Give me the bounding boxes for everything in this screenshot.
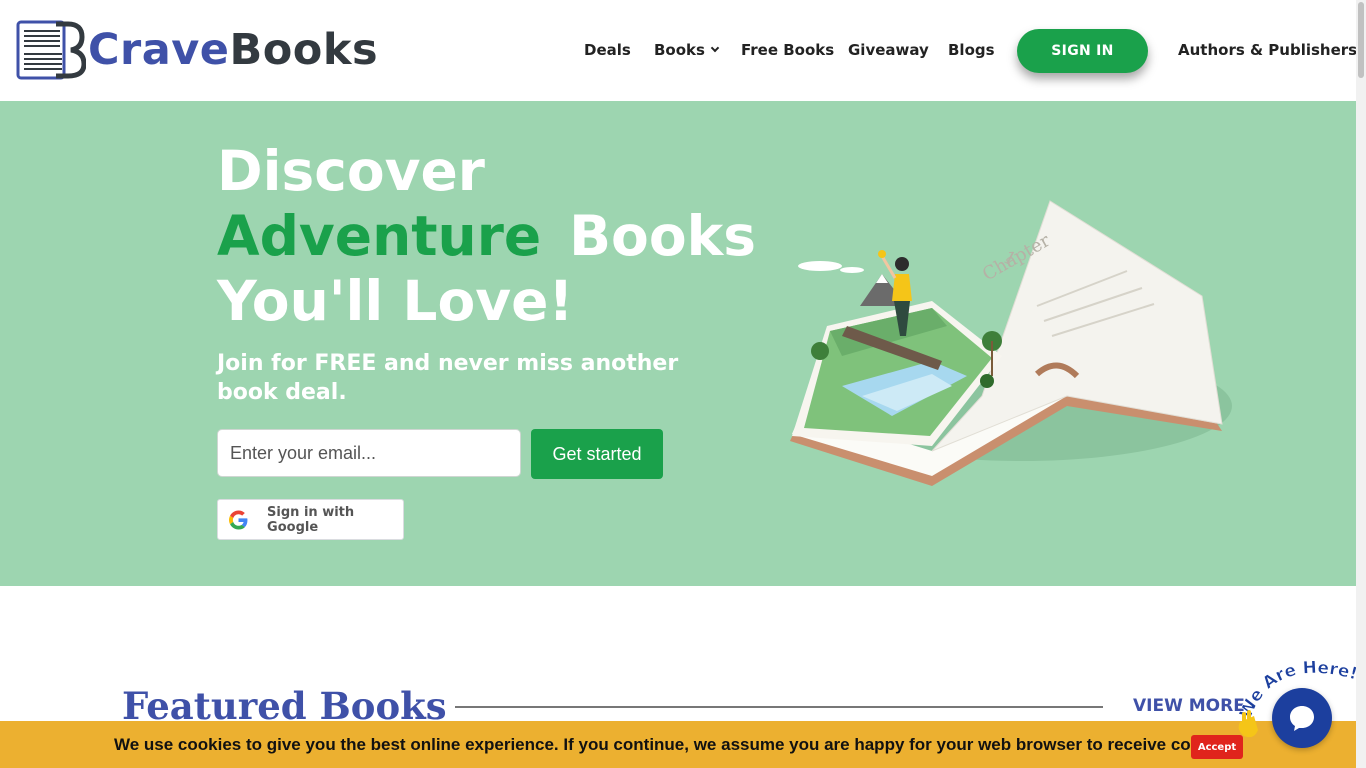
google-sign-in-button[interactable]: Sign in with Google (217, 499, 404, 540)
nav-giveaway[interactable]: Giveaway (848, 41, 929, 59)
nav-blogs[interactable]: Blogs (948, 41, 995, 59)
hero-title-line1: Discover (217, 139, 485, 203)
hero-section: Discover Adventure Books You'll Love! Joi… (0, 101, 1356, 586)
site-header: CraveBooks Deals Books Free Books Giveaw… (0, 0, 1366, 101)
nav-authors-label: Authors & Publishers (1178, 41, 1358, 59)
page: CraveBooks Deals Books Free Books Giveaw… (0, 0, 1366, 768)
email-input[interactable] (217, 429, 521, 477)
hero-subtitle: Join for FREE and never miss another boo… (217, 351, 679, 405)
google-icon (229, 509, 248, 530)
nav-authors-publishers[interactable]: Authors & Publishers (1178, 41, 1366, 59)
hero-title: Discover Adventure Books You'll Love! (217, 139, 756, 334)
nav-deals[interactable]: Deals (584, 41, 631, 59)
nav-free-books[interactable]: Free Books (741, 41, 834, 59)
hero-title-line3: You'll Love! (217, 269, 574, 333)
scrollbar-thumb[interactable] (1358, 2, 1364, 78)
get-started-button[interactable]: Get started (531, 429, 663, 479)
vertical-scrollbar[interactable] (1356, 0, 1366, 768)
chevron-down-icon (710, 43, 720, 53)
cookie-banner: We use cookies to give you the best onli… (0, 721, 1356, 768)
hero-title-accent: Adventure (217, 204, 542, 268)
section-divider (455, 706, 1103, 708)
view-more-link[interactable]: VIEW MORE (1133, 696, 1245, 716)
hero-title-line2: Books (569, 204, 756, 268)
chat-open-button[interactable] (1272, 688, 1332, 748)
sign-in-button[interactable]: SIGN IN (1017, 29, 1148, 73)
main-nav: Deals Books Free Books Giveaway Blogs SI… (0, 0, 1366, 101)
google-sign-in-label: Sign in with Google (267, 504, 355, 535)
nav-books-label: Books (654, 41, 705, 59)
chat-icon (1290, 706, 1314, 731)
nav-books[interactable]: Books (654, 41, 720, 59)
open-book-illustration: 1 Chapter (790, 200, 1232, 486)
cookie-message: We use cookies to give you the best onli… (114, 735, 1239, 754)
